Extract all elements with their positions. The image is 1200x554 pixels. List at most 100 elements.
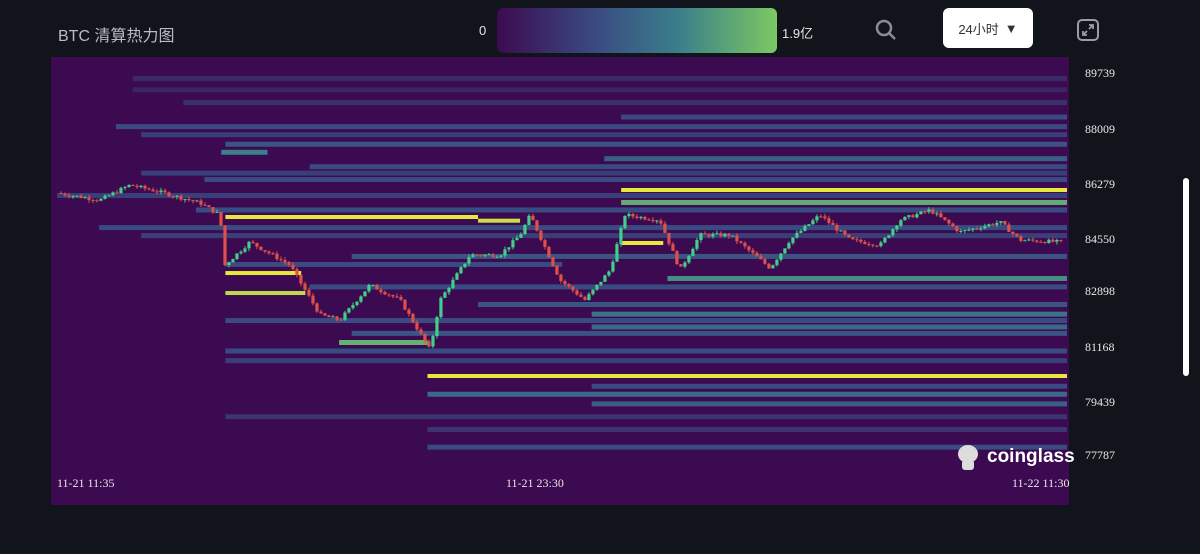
candle-down (823, 216, 827, 219)
candle-up (455, 273, 459, 280)
candle-down (303, 283, 307, 290)
candle-up (159, 190, 163, 193)
logo-mascot-icon (958, 445, 978, 470)
candle-up (619, 228, 623, 245)
candle-up (783, 248, 787, 254)
liquidation-band (221, 149, 268, 155)
chart-title: BTC 清算热力图 (58, 28, 175, 45)
candle-down (427, 341, 431, 347)
candle-up (231, 258, 235, 263)
candle-up (687, 255, 691, 263)
candle-up (987, 224, 991, 227)
candle-down (187, 199, 191, 201)
candle-up (71, 195, 75, 197)
candle-up (127, 184, 131, 188)
candle-up (775, 259, 779, 266)
candle-down (739, 241, 743, 243)
logo-text: coinglass (987, 446, 1075, 467)
candle-down (399, 296, 403, 300)
candle-up (799, 230, 803, 233)
candle-down (847, 234, 851, 238)
candle-down (531, 215, 535, 221)
candle-down (379, 289, 383, 292)
candle-up (515, 237, 519, 241)
liquidation-band (204, 177, 1068, 183)
liquidation-band (667, 275, 1067, 281)
candle-down (339, 319, 343, 321)
candle-down (675, 250, 679, 265)
scrollbar[interactable] (1183, 178, 1189, 376)
candle-down (727, 233, 731, 236)
candle-up (691, 248, 695, 256)
candle-down (151, 189, 155, 192)
candle-down (835, 224, 839, 231)
candle-up (803, 225, 807, 231)
search-icon[interactable] (874, 18, 898, 42)
candle-up (347, 308, 351, 313)
candle-down (415, 322, 419, 330)
timeframe-select[interactable]: 24小时 ▼ (943, 8, 1033, 48)
candle-up (119, 187, 123, 194)
candle-up (699, 233, 703, 240)
candle-up (879, 242, 883, 246)
liquidation-band (141, 233, 1067, 239)
candle-up (887, 235, 891, 238)
liquidation-band (225, 215, 478, 219)
candle-up (639, 216, 643, 218)
candle-down (575, 290, 579, 295)
candle-up (527, 215, 531, 225)
liquidation-band (427, 374, 1068, 379)
candle-down (819, 216, 823, 218)
candle-down (1019, 236, 1023, 241)
liquidation-band (478, 302, 1067, 308)
candle-down (667, 232, 671, 244)
candle-down (767, 263, 771, 269)
candle-down (671, 243, 675, 251)
liquidation-band (225, 291, 306, 296)
liquidation-band (339, 340, 428, 345)
liquidation-band (591, 324, 1067, 330)
candle-down (147, 188, 151, 190)
candle-down (155, 191, 159, 193)
candle-up (487, 254, 491, 256)
colorbar-max: 1.9亿 (782, 26, 814, 41)
candle-up (695, 239, 699, 249)
liquidation-band (141, 170, 1067, 176)
candle-down (259, 246, 263, 251)
candle-down (383, 291, 387, 295)
liquidation-band (621, 199, 1067, 205)
candle-up (587, 294, 591, 301)
liquidation-band (427, 391, 1068, 397)
heatmap-chart[interactable] (51, 57, 1069, 505)
candle-up (603, 275, 607, 282)
candle-up (503, 249, 507, 256)
candle-up (999, 221, 1003, 223)
candle-down (931, 209, 935, 214)
candle-up (919, 211, 923, 215)
candle-down (479, 255, 483, 257)
candle-down (135, 185, 139, 188)
liquidation-band (225, 141, 1067, 147)
liquidation-band (225, 348, 1067, 354)
candle-up (627, 214, 631, 217)
y-tick: 89739 (1085, 66, 1115, 80)
candle-down (747, 246, 751, 251)
candle-down (91, 199, 95, 201)
candle-down (719, 233, 723, 237)
candle-down (1003, 221, 1007, 225)
candle-down (643, 216, 647, 220)
candle-down (1007, 224, 1011, 232)
candle-up (435, 317, 439, 337)
liquidation-band (57, 193, 1067, 199)
candle-down (851, 237, 855, 240)
candle-down (975, 228, 979, 230)
candle-up (787, 243, 791, 249)
candle-down (943, 217, 947, 220)
candle-down (1035, 240, 1039, 242)
candle-up (907, 215, 911, 217)
x-tick: 11-22 11:30 (1012, 476, 1070, 490)
candle-down (551, 257, 555, 266)
liquidation-band (427, 427, 1068, 433)
fullscreen-icon[interactable] (1076, 18, 1100, 42)
candle-down (191, 200, 195, 202)
